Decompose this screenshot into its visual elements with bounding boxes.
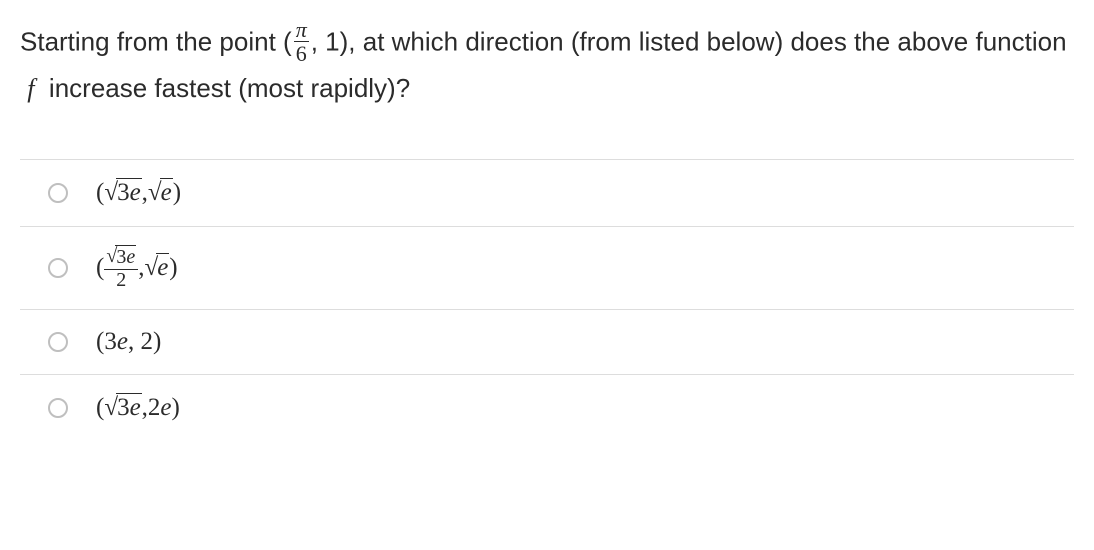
option-2[interactable]: (√3e2, √e) <box>20 227 1074 310</box>
function-f: f <box>27 74 34 103</box>
option-2-label: (√3e2, √e) <box>96 245 178 291</box>
radio-icon <box>48 183 68 203</box>
option-3-label: (3e, 2) <box>96 328 161 356</box>
sqrt-icon: √e <box>148 178 173 208</box>
frac-sqrt3e-2: √3e2 <box>104 245 138 291</box>
radio-icon <box>48 258 68 278</box>
option-4-label: (√3e, 2e) <box>96 393 180 423</box>
sqrt-icon: √3e <box>104 393 141 423</box>
option-3[interactable]: (3e, 2) <box>20 310 1074 375</box>
q-mid: , 1), at which direction (from listed be… <box>311 26 1067 56</box>
sqrt-icon: √e <box>144 253 169 283</box>
radio-icon <box>48 398 68 418</box>
question-text: Starting from the point (π6, 1), at whic… <box>20 20 1074 111</box>
radio-icon <box>48 332 68 352</box>
option-1[interactable]: (√3e, √e) <box>20 160 1074 227</box>
option-4[interactable]: (√3e, 2e) <box>20 375 1074 441</box>
q-pre: Starting from the point ( <box>20 26 292 56</box>
frac-pi-6: π6 <box>294 18 309 65</box>
options-list: (√3e, √e) (√3e2, √e) (3e, 2) (√3e, 2e) <box>20 159 1074 441</box>
sqrt-icon: √3e <box>104 178 141 208</box>
q-post: increase fastest (most rapidly)? <box>42 73 410 103</box>
option-1-label: (√3e, √e) <box>96 178 181 208</box>
